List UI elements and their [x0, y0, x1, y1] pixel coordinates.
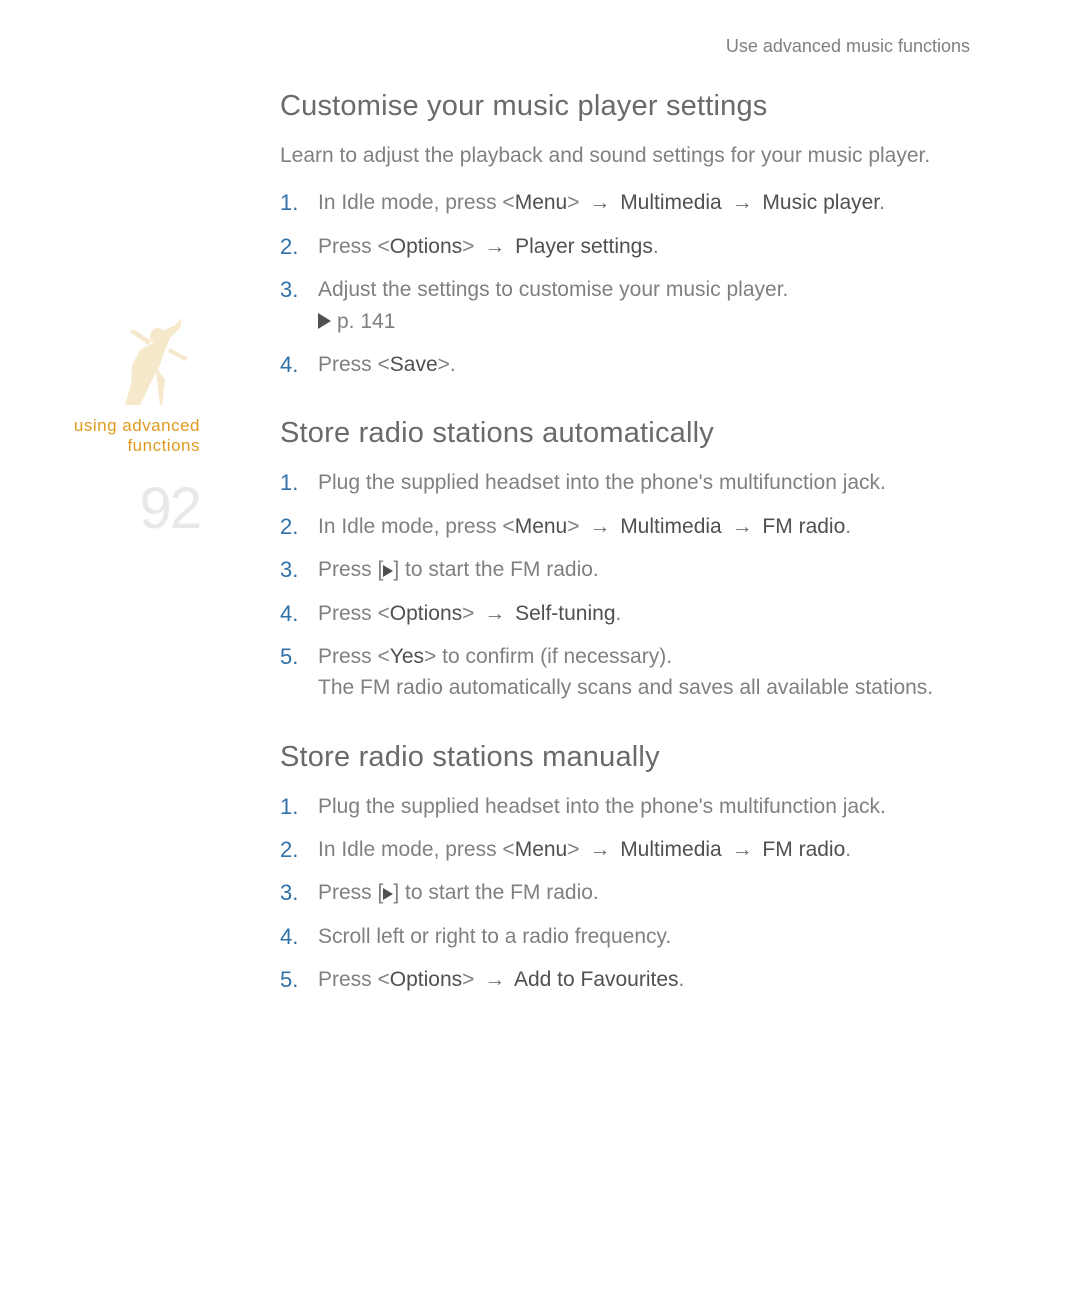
list-item: Press [] to start the FM radio.	[280, 878, 980, 907]
arrow-icon: →	[585, 515, 614, 538]
list-item: Adjust the settings to customise your mu…	[280, 275, 980, 336]
play-icon	[383, 565, 393, 577]
intro-customise: Learn to adjust the playback and sound s…	[280, 141, 980, 170]
main-content: Customise your music player settings Lea…	[280, 90, 980, 995]
list-item: Plug the supplied headset into the phone…	[280, 468, 980, 497]
manual-page: Use advanced music functions using advan…	[0, 0, 1080, 1307]
triangle-icon	[318, 313, 331, 329]
heading-customise: Customise your music player settings	[280, 90, 980, 123]
list-item: Press <Yes> to confirm (if necessary). T…	[280, 642, 980, 703]
section-label: using advanced functions	[70, 416, 200, 457]
section-label-line2: functions	[127, 436, 200, 455]
arrow-icon: →	[728, 838, 757, 861]
arrow-icon: →	[480, 235, 509, 258]
heading-manual-store: Store radio stations manually	[280, 741, 980, 774]
arrow-icon: →	[480, 602, 509, 625]
step-note: The FM radio automatically scans and sav…	[318, 673, 980, 702]
arrow-icon: →	[585, 838, 614, 861]
climber-icon	[70, 300, 200, 410]
play-icon	[383, 888, 393, 900]
list-item: Press <Options> → Player settings.	[280, 232, 980, 261]
arrow-icon: →	[585, 191, 614, 214]
list-item: In Idle mode, press <Menu> → Multimedia …	[280, 835, 980, 864]
arrow-icon: →	[728, 515, 757, 538]
arrow-icon: →	[728, 191, 757, 214]
steps-manual-store: Plug the supplied headset into the phone…	[280, 792, 980, 995]
arrow-icon: →	[480, 968, 509, 991]
list-item: Press <Options> → Add to Favourites.	[280, 965, 980, 994]
list-item: In Idle mode, press <Menu> → Multimedia …	[280, 188, 980, 217]
list-item: Press <Save>.	[280, 350, 980, 379]
list-item: In Idle mode, press <Menu> → Multimedia …	[280, 512, 980, 541]
list-item: Press <Options> → Self-tuning.	[280, 599, 980, 628]
list-item: Scroll left or right to a radio frequenc…	[280, 922, 980, 951]
section-label-line1: using advanced	[74, 416, 200, 435]
list-item: Press [] to start the FM radio.	[280, 555, 980, 584]
page-ref: p. 141	[318, 307, 980, 336]
sidebar: using advanced functions 92	[70, 300, 200, 542]
running-header: Use advanced music functions	[726, 36, 970, 57]
page-number: 92	[70, 475, 200, 542]
list-item: Plug the supplied headset into the phone…	[280, 792, 980, 821]
steps-customise: In Idle mode, press <Menu> → Multimedia …	[280, 188, 980, 379]
heading-auto-store: Store radio stations automatically	[280, 417, 980, 450]
steps-auto-store: Plug the supplied headset into the phone…	[280, 468, 980, 702]
